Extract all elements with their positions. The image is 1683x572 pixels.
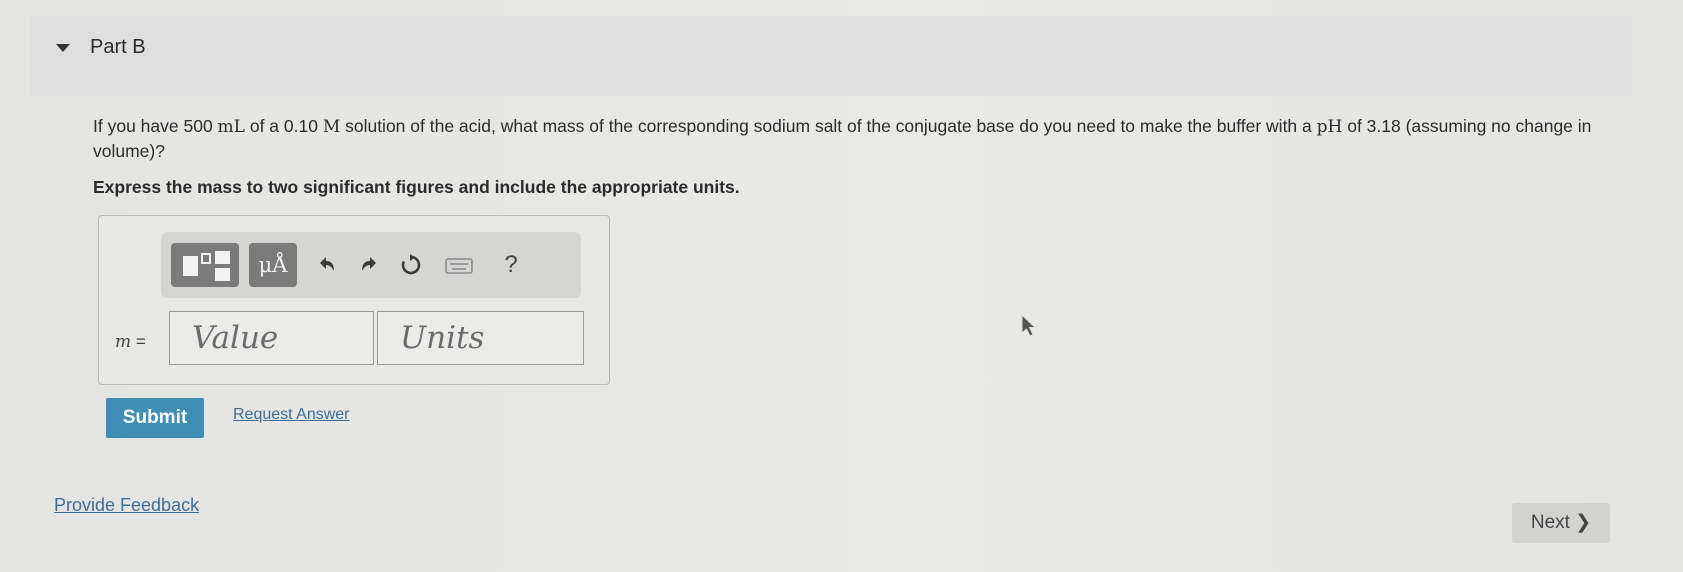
- request-answer-link[interactable]: Request Answer: [233, 406, 350, 424]
- reset-button[interactable]: [391, 243, 431, 287]
- undo-icon: [320, 257, 334, 271]
- variable-label: m =: [115, 332, 146, 352]
- unit-molar: M: [322, 117, 341, 137]
- caret-down-icon[interactable]: [56, 44, 70, 52]
- question-text: If you have 500 mL of a 0.10 M solution …: [93, 116, 1592, 161]
- mouse-cursor-icon: [1021, 313, 1037, 343]
- redo-button[interactable]: [349, 243, 389, 287]
- math-toolbar: μÅ ?: [161, 232, 581, 298]
- redo-icon: [362, 257, 376, 271]
- next-button[interactable]: Next ❯: [1512, 503, 1610, 543]
- part-header[interactable]: Part B: [30, 16, 1632, 96]
- help-button[interactable]: ?: [491, 243, 531, 287]
- units-button[interactable]: μÅ: [249, 243, 297, 287]
- templates-button[interactable]: [171, 243, 239, 287]
- answer-box: μÅ ? m = Value Units: [98, 215, 610, 385]
- ph-symbol: pH: [1316, 117, 1343, 137]
- provide-feedback-link[interactable]: Provide Feedback: [54, 495, 199, 516]
- keyboard-button[interactable]: [439, 243, 479, 287]
- value-input[interactable]: Value: [169, 311, 374, 365]
- reset-icon: [401, 254, 421, 275]
- keyboard-icon: [445, 258, 473, 274]
- part-title: Part B: [90, 36, 146, 58]
- units-input[interactable]: Units: [377, 311, 584, 365]
- instruction-text: Express the mass to two significant figu…: [93, 177, 740, 197]
- page: Part B If you have 500 mL of a 0.10 M so…: [0, 0, 1683, 572]
- submit-button[interactable]: Submit: [106, 398, 204, 438]
- unit-ml: mL: [217, 117, 245, 137]
- undo-button[interactable]: [307, 243, 347, 287]
